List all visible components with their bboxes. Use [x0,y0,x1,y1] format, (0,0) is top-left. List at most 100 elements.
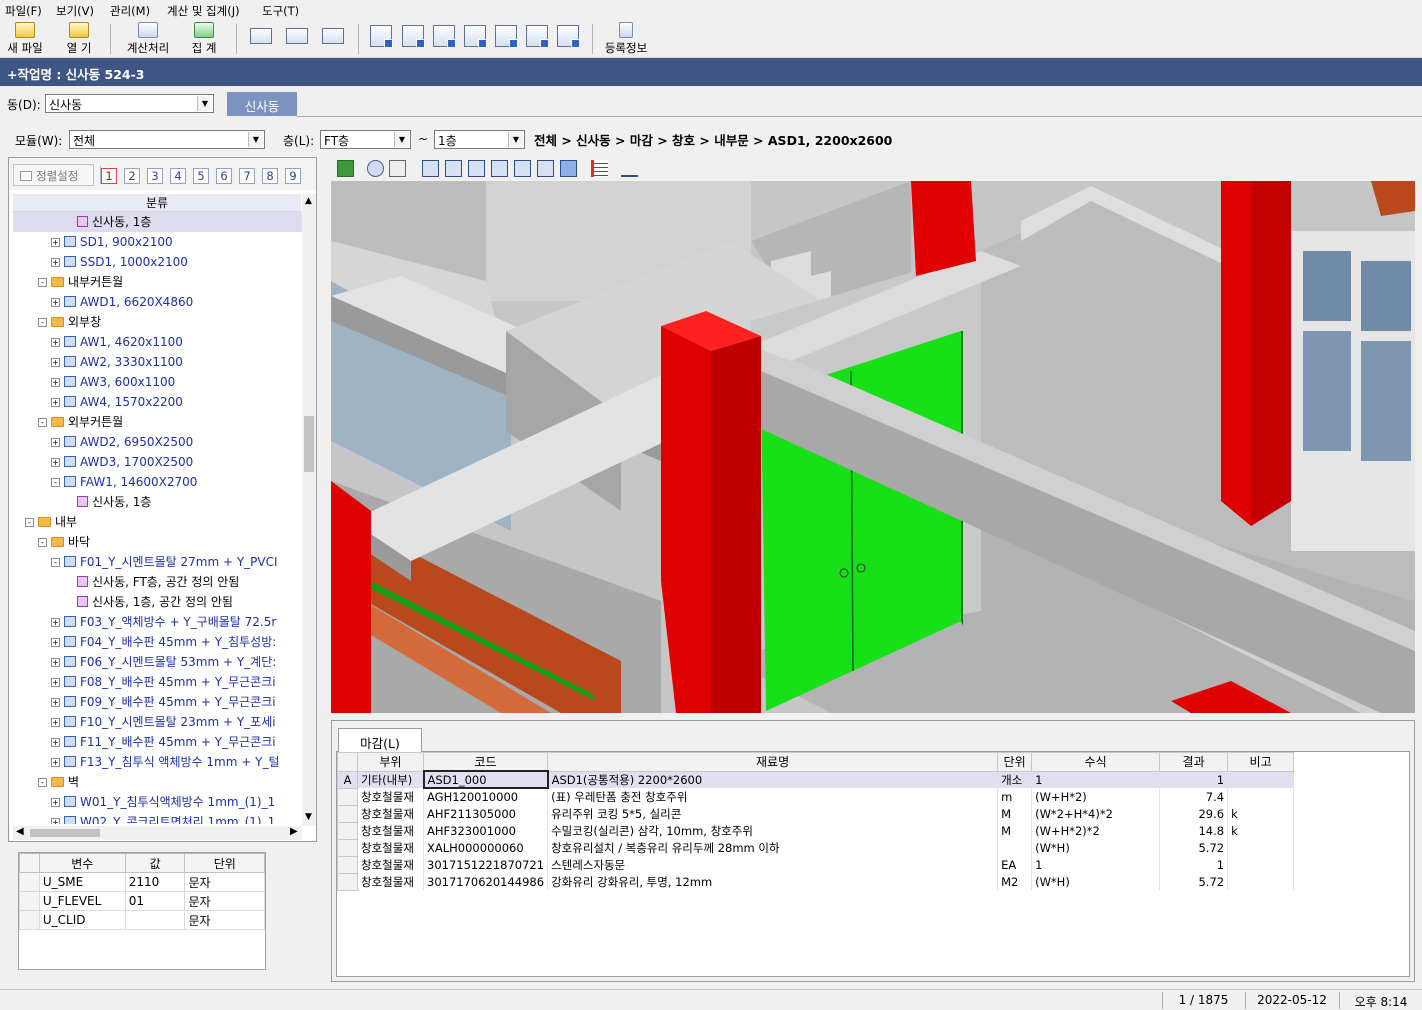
cell-unit[interactable]: M2 [997,873,1033,890]
cell-part[interactable]: 창호철물재 [357,873,424,890]
cell-result[interactable]: 1 [1159,771,1229,788]
table-row[interactable]: 창호철물재 XALH000000060 창호유리설치 / 복층유리 유리두께 28m… [337,838,1295,857]
cell-result[interactable]: 5.72 [1159,873,1229,890]
calculate-button[interactable]: 계산처리 [122,22,174,56]
cell-code[interactable]: AGH120010000 [423,788,549,805]
cell-note[interactable] [1227,771,1295,788]
expand-icon[interactable]: + [51,738,60,747]
expand-icon[interactable]: + [51,298,60,307]
cell-material[interactable]: 스텐레스자동문 [547,856,999,873]
collapse-icon[interactable]: - [38,418,47,427]
expand-icon[interactable]: + [51,458,60,467]
sort-level-6[interactable]: 6 [216,168,232,184]
floor-from-select[interactable]: FT층 ▼ [320,130,411,149]
cell-formula[interactable]: (W+H*2) [1031,788,1161,805]
tree-node[interactable]: 신사동, FT층, 공간 정의 안됨 [13,572,302,592]
tool-slab-icon[interactable] [464,25,487,48]
cell-part[interactable]: 창호철물재 [357,822,424,839]
tree-node[interactable]: 신사동, 1층, 공간 정의 안됨 [13,592,302,612]
view-right-icon[interactable] [491,160,508,177]
table-row[interactable]: 창호철물재 3017170620144986 강화유리 강화유리, 투명, 12mm… [337,872,1295,891]
cell-unit[interactable]: m [997,788,1033,805]
expand-icon[interactable]: + [51,438,60,447]
sort-level-1[interactable]: 1 [101,168,117,184]
new-file-button[interactable]: 새 파일 [4,22,46,56]
expand-icon[interactable]: + [51,358,60,367]
row-header[interactable] [337,821,358,840]
table-row[interactable]: 창호철물재 AGH120010000 (표) 우레탄폼 충전 창호주위 m (W+H*2… [337,787,1295,806]
expand-icon[interactable]: + [51,798,60,807]
zoom-icon[interactable] [250,28,272,44]
sort-level-2[interactable]: 2 [124,168,140,184]
dong-tab[interactable]: 신사동 [227,92,297,116]
menu-manage[interactable]: 관리(M) [110,3,150,19]
aggregate-button[interactable]: 집 계 [184,22,224,56]
var-value[interactable] [124,910,186,930]
3d-model-view[interactable] [331,181,1415,713]
scroll-thumb[interactable] [30,829,100,837]
row-header[interactable] [337,804,358,823]
cell-note[interactable] [1227,856,1295,873]
tree-node[interactable]: - 외부커튼월 [13,412,302,432]
var-value[interactable]: 01 [124,891,186,911]
cell-note[interactable]: k [1227,805,1295,822]
tree-node[interactable]: + F04_Y_배수판 45mm + Y_침투성방: [13,632,302,652]
floor-to-select[interactable]: 1층 ▼ [434,130,525,149]
row-header[interactable] [337,787,358,806]
collapse-icon[interactable]: - [51,478,60,487]
cell-material[interactable]: (표) 우레탄폼 충전 창호주위 [547,788,999,805]
view-top-icon[interactable] [514,160,531,177]
cell-material[interactable]: 창호유리설치 / 복층유리 유리두께 28mm 이하 [547,839,999,856]
cell-result[interactable]: 5.72 [1159,839,1229,856]
tree-node[interactable]: + F11_Y_배수판 45mm + Y_무근콘크i [13,732,302,752]
expand-icon[interactable]: + [51,758,60,767]
expand-icon[interactable]: + [51,818,60,824]
tool-edit-icon[interactable] [495,25,518,48]
tree-node[interactable]: + AW1, 4620x1100 [13,332,302,352]
cell-result[interactable]: 7.4 [1159,788,1229,805]
tree-node[interactable]: + AW4, 1570x2200 [13,392,302,412]
tree-node[interactable]: + F10_Y_시멘트몰탈 23mm + Y_포세i [13,712,302,732]
tree-node[interactable]: + F09_Y_배수판 45mm + Y_무근콘크i [13,692,302,712]
cell-part[interactable]: 창호철물재 [357,805,424,822]
cell-code[interactable]: AHF323001000 [423,822,549,839]
tree-node[interactable]: + F06_Y_시멘트몰탈 53mm + Y_계단: [13,652,302,672]
row-header[interactable] [337,838,358,857]
cell-formula[interactable]: 1 [1031,856,1161,873]
variable-row[interactable]: U_SME 2110 문자 [19,872,265,892]
cell-part[interactable]: 기타(내부) [357,771,424,788]
tree-node[interactable]: + F13_Y_침투식 액체방수 1mm + Y_털 [13,752,302,772]
classification-tree[interactable]: 신사동, 1층 + SD1, 900x2100 + SSD1, 1000x2100- 내부… [13,212,302,824]
cell-formula[interactable]: (W*H) [1031,873,1161,890]
cell-unit[interactable]: M [997,805,1033,822]
cell-code[interactable]: ASD1_000 [422,770,549,789]
collapse-icon[interactable]: - [38,278,47,287]
cell-part[interactable]: 창호철물재 [357,856,424,873]
cell-unit[interactable]: EA [997,856,1033,873]
scroll-left-icon[interactable]: ◀ [16,826,24,837]
tree-node[interactable]: + F08_Y_배수판 45mm + Y_무근콘크i [13,672,302,692]
expand-icon[interactable]: + [51,698,60,707]
register-info-button[interactable]: 등록정보 [601,22,651,56]
menu-tools[interactable]: 도구(T) [262,3,299,19]
collapse-icon[interactable]: - [51,558,60,567]
cell-unit[interactable] [997,839,1033,856]
expand-icon[interactable]: + [51,618,60,627]
cell-material[interactable]: 수밀코킹(실리콘) 삼각, 10mm, 창호주위 [547,822,999,839]
tool-column-icon[interactable] [402,25,425,48]
zoom-fit-icon[interactable] [322,28,344,44]
table-row[interactable]: 창호철물재 AHF323001000 수밀코킹(실리콘) 삼각, 10mm, 창호주… [337,821,1295,840]
view-left-icon[interactable] [468,160,485,177]
cell-code[interactable]: 3017170620144986 [423,873,549,890]
collapse-icon[interactable]: - [38,318,47,327]
cell-formula[interactable]: (W*H) [1031,839,1161,856]
sort-settings-button[interactable]: 정렬설정 [13,164,94,186]
tree-node[interactable]: - F01_Y_시멘트몰탈 27mm + Y_PVCI [13,552,302,572]
tree-node[interactable]: 신사동, 1층 [13,212,302,232]
sort-level-5[interactable]: 5 [193,168,209,184]
cell-result[interactable]: 14.8 [1159,822,1229,839]
sort-level-7[interactable]: 7 [239,168,255,184]
expand-icon[interactable]: + [51,718,60,727]
view-bottom-icon[interactable] [537,160,554,177]
table-row[interactable]: 창호철물재 AHF211305000 유리주위 코킹 5*5, 실리콘 M (W*2+H… [337,804,1295,823]
